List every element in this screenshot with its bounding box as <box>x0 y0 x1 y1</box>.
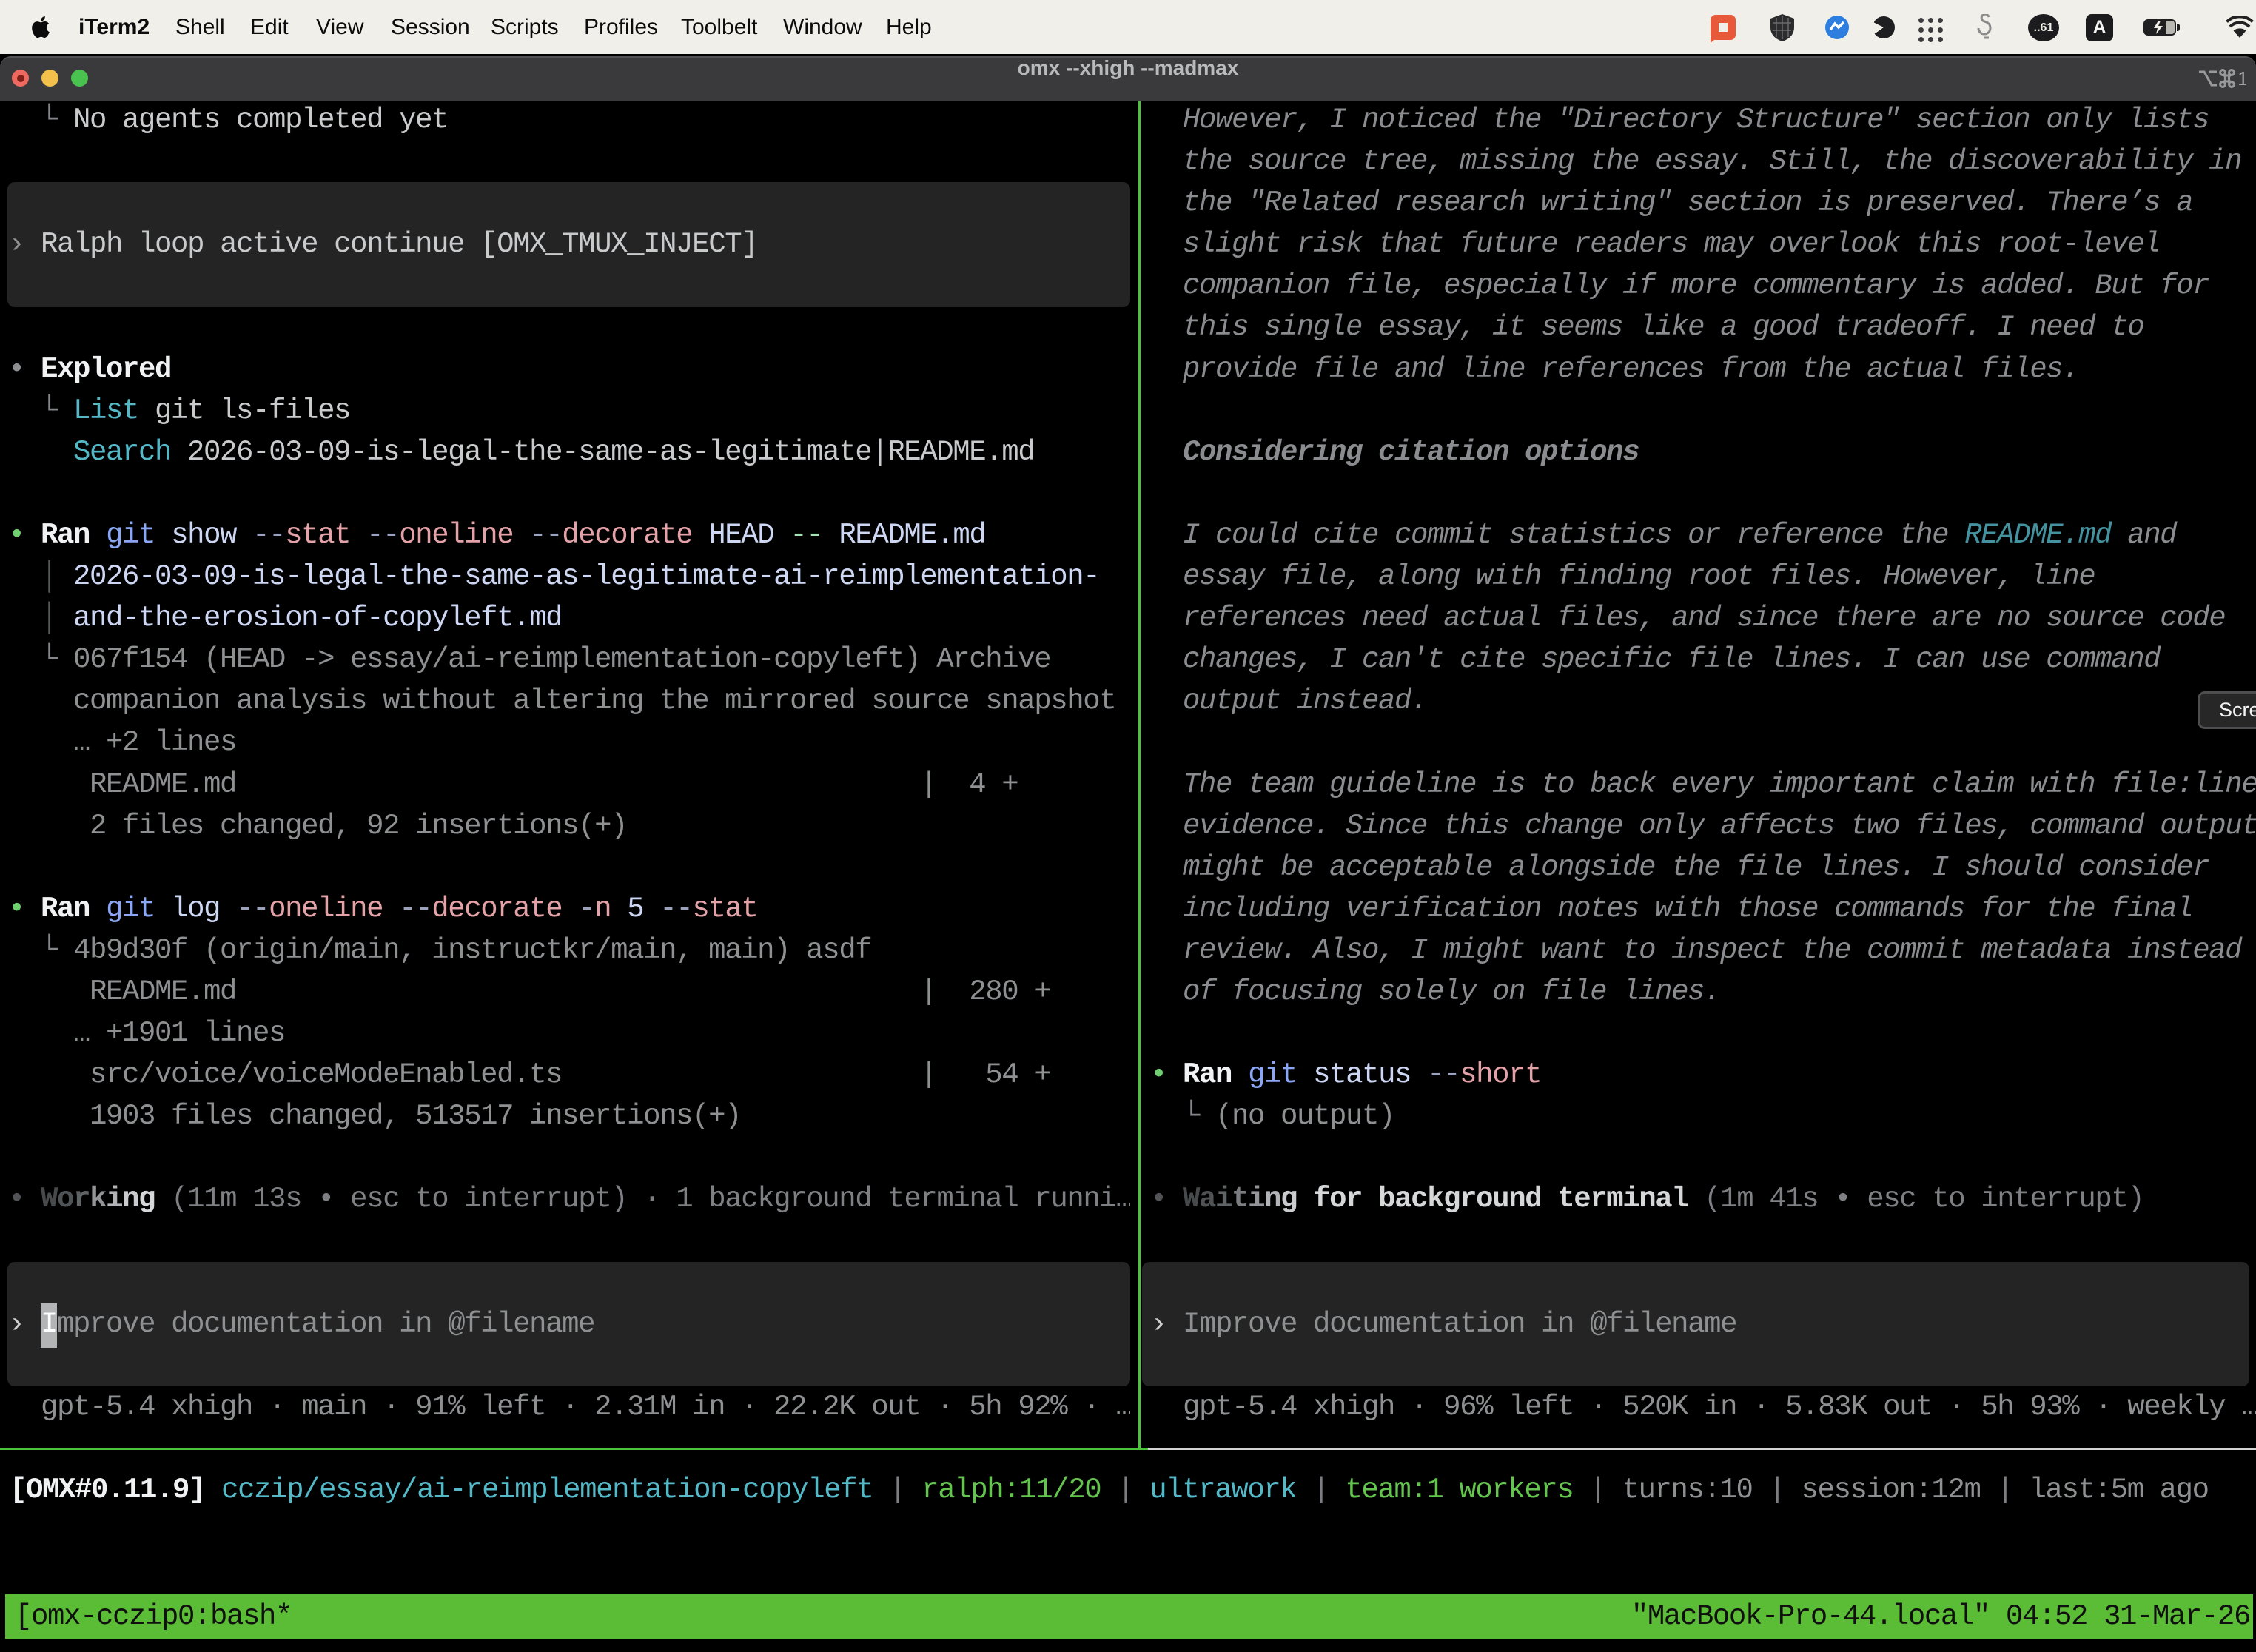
svg-text:1: 1 <box>2237 68 2246 89</box>
